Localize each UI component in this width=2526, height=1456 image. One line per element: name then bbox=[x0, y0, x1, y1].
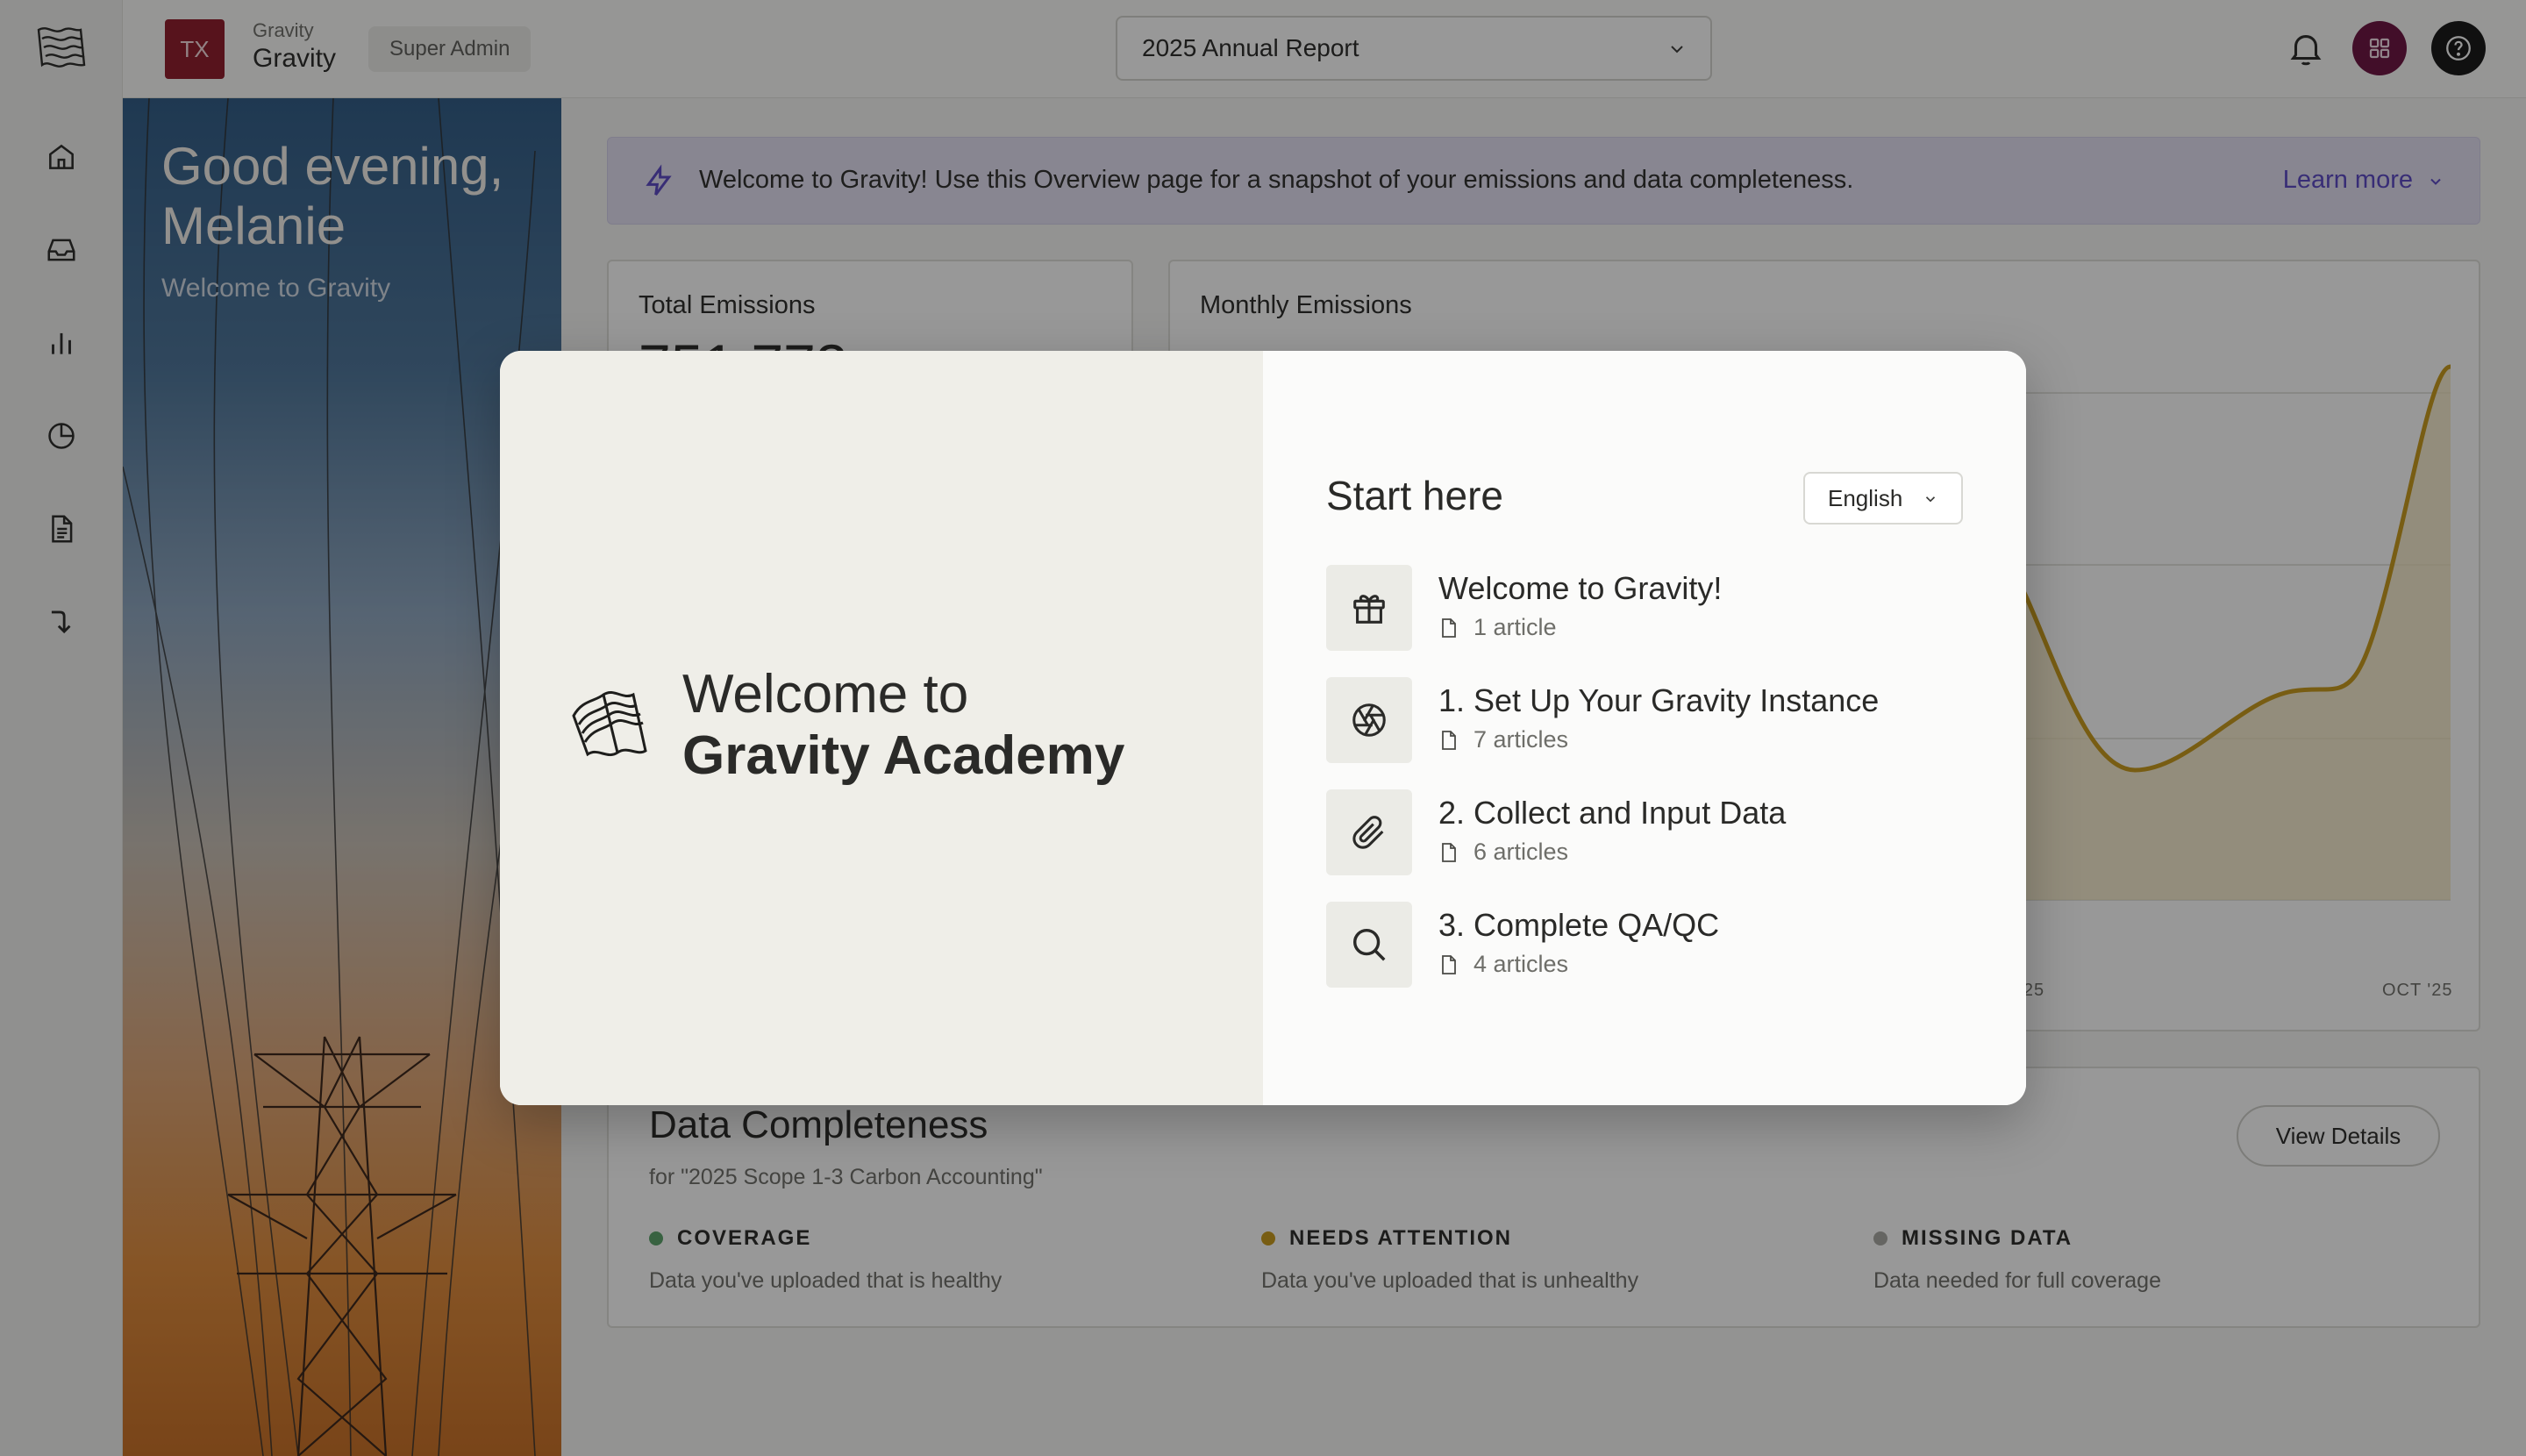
file-icon bbox=[1442, 842, 1456, 862]
article-title: 3. Complete QA/QC bbox=[1438, 907, 1720, 943]
academy-heading-line1: Welcome to bbox=[682, 664, 969, 724]
article-title: 2. Collect and Input Data bbox=[1438, 795, 1787, 831]
search-icon bbox=[1352, 928, 1386, 961]
file-icon bbox=[1442, 954, 1456, 974]
article-icon-box bbox=[1326, 565, 1412, 651]
paperclip-icon bbox=[1352, 816, 1384, 849]
academy-heading-line2: Gravity Academy bbox=[682, 725, 1125, 786]
academy-intro-panel: Welcome to Gravity Academy bbox=[500, 351, 1263, 1105]
gravity-academy-logo-icon bbox=[572, 690, 647, 757]
article-count: 6 articles bbox=[1474, 839, 1569, 865]
article-icon-box bbox=[1326, 677, 1412, 763]
file-icon bbox=[1442, 730, 1456, 750]
article-icon-box bbox=[1326, 902, 1412, 988]
academy-modal: Welcome to Gravity Academy Start here En… bbox=[500, 351, 2026, 1105]
article-icon-box bbox=[1326, 789, 1412, 875]
file-icon bbox=[1442, 617, 1456, 638]
article-meta: 7 articles bbox=[1438, 726, 1568, 753]
article-count: 1 article bbox=[1474, 614, 1557, 640]
article-title: 1. Set Up Your Gravity Instance bbox=[1438, 682, 1880, 718]
chevron-down-icon bbox=[1925, 496, 1936, 503]
article-collect-data[interactable]: 2. Collect and Input Data 6 articles bbox=[1326, 789, 1958, 875]
article-meta: 1 article bbox=[1438, 614, 1557, 641]
article-title: Welcome to Gravity! bbox=[1438, 570, 1723, 606]
start-here-heading: Start here bbox=[1326, 473, 1503, 518]
aperture-icon bbox=[1352, 703, 1386, 737]
article-meta: 6 articles bbox=[1438, 839, 1568, 866]
article-qa-qc[interactable]: 3. Complete QA/QC 4 articles bbox=[1326, 902, 1958, 988]
article-setup-instance[interactable]: 1. Set Up Your Gravity Instance 7 articl… bbox=[1326, 677, 1958, 763]
article-count: 4 articles bbox=[1474, 951, 1569, 977]
academy-articles-panel: Start here English Welcome to Gravity! 1… bbox=[1263, 351, 2026, 1105]
language-select[interactable]: English bbox=[1803, 472, 1963, 525]
article-welcome[interactable]: Welcome to Gravity! 1 article bbox=[1326, 565, 1958, 651]
article-count: 7 articles bbox=[1474, 726, 1569, 753]
language-select-value: English bbox=[1828, 484, 1903, 511]
gift-icon bbox=[1353, 595, 1385, 624]
article-meta: 4 articles bbox=[1438, 951, 1568, 978]
